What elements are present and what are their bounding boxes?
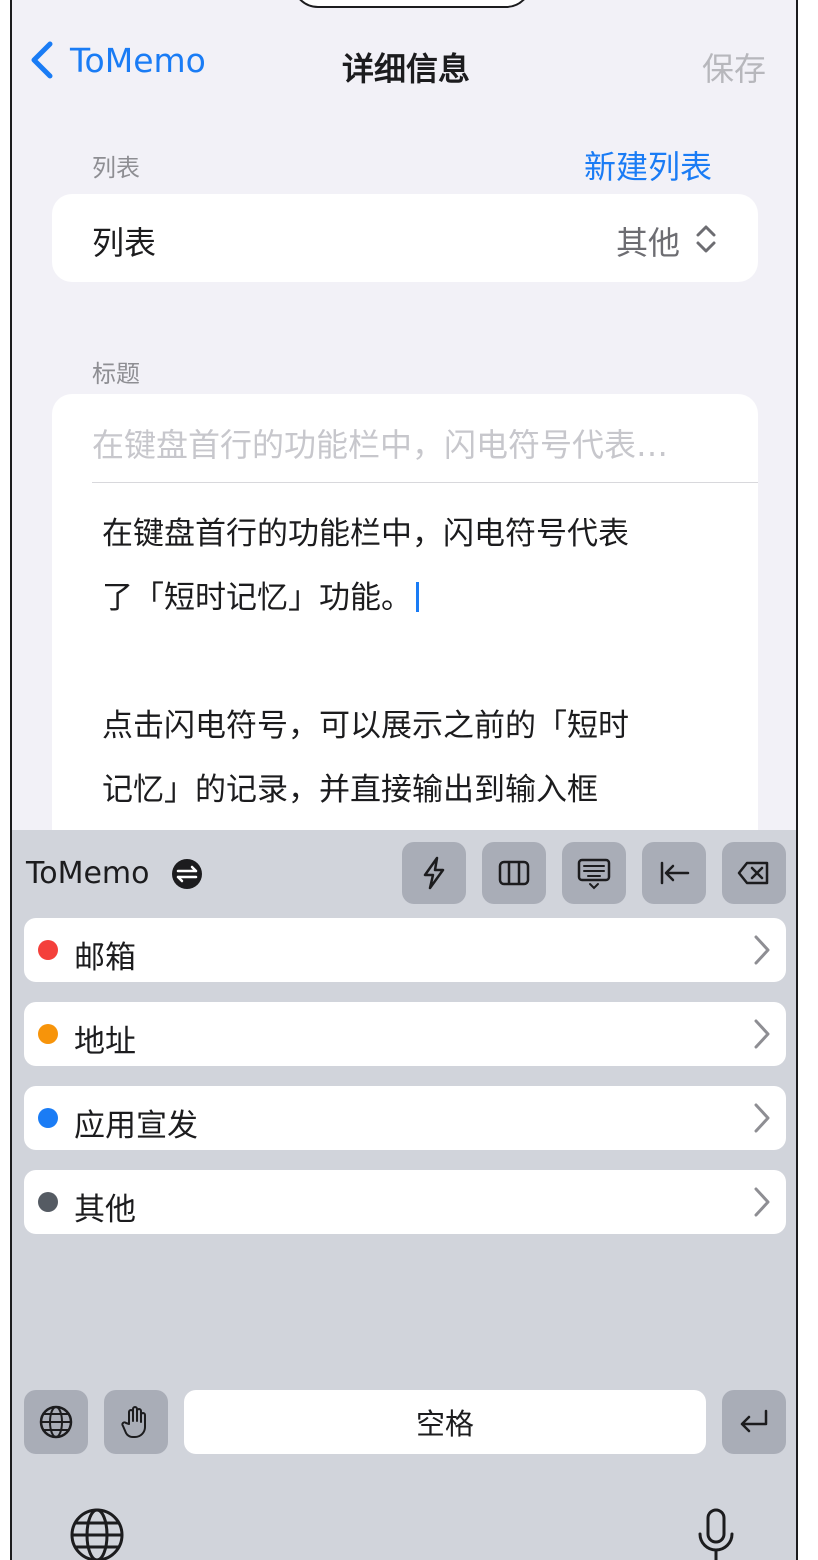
content-line: 点击闪电符号，可以展示之前的「短时 xyxy=(102,708,629,744)
device-notch xyxy=(292,0,532,8)
keyboard-brand: ToMemo xyxy=(26,856,204,891)
microphone-icon[interactable] xyxy=(696,1506,736,1560)
tomemo-keyboard: ToMemo 邮箱 地址 应用宣发 其他 空格 xyxy=(12,830,796,1560)
list-item-other[interactable]: 其他 xyxy=(24,1170,786,1234)
chevron-right-icon xyxy=(754,1103,770,1133)
text-cursor xyxy=(416,582,419,612)
chevron-right-icon xyxy=(754,1187,770,1217)
list-item-label: 地址 xyxy=(74,1024,136,1060)
list-item-email[interactable]: 邮箱 xyxy=(24,918,786,982)
content-line: 在键盘首行的功能栏中，闪电符号代表 xyxy=(102,516,629,552)
title-input[interactable]: 在键盘首行的功能栏中，闪电符号代表… xyxy=(92,420,668,466)
list-row-label: 列表 xyxy=(92,224,157,262)
title-section-header: 标题 xyxy=(92,360,140,388)
return-key[interactable] xyxy=(722,1390,786,1454)
phone-screen: ToMemo 详细信息 保存 列表 新建列表 列表 其他 标题 在键盘首行的功能… xyxy=(10,0,798,1560)
new-list-button[interactable]: 新建列表 xyxy=(584,142,712,188)
keyboard-brand-label: ToMemo xyxy=(26,856,150,891)
globe-icon[interactable] xyxy=(68,1506,126,1560)
content-line-with-cursor: 了「短时记忆」功能。 xyxy=(102,566,722,630)
dismiss-keyboard-button[interactable] xyxy=(562,842,626,904)
list-item-label: 应用宣发 xyxy=(74,1108,198,1144)
title-card: 在键盘首行的功能栏中，闪电符号代表… 在键盘首行的功能栏中，闪电符号代表 了「短… xyxy=(52,394,758,854)
page-title: 详细信息 xyxy=(341,50,470,88)
list-item-app-promo[interactable]: 应用宣发 xyxy=(24,1086,786,1150)
list-row-value: 其他 xyxy=(615,224,680,262)
content-line: 记忆」的记录，并直接输出到输入框 xyxy=(102,772,598,808)
globe-icon xyxy=(39,1405,73,1439)
color-dot xyxy=(38,1108,58,1128)
chevron-up-down-icon xyxy=(696,225,716,253)
return-icon xyxy=(740,1409,768,1433)
list-item-label: 其他 xyxy=(74,1192,136,1228)
drag-mode-button[interactable] xyxy=(104,1390,168,1454)
color-dot xyxy=(38,1024,58,1044)
keyboard-dismiss-icon xyxy=(577,858,611,890)
color-dot xyxy=(38,1192,58,1212)
chevron-right-icon xyxy=(754,935,770,965)
list-picker-row[interactable]: 列表 其他 xyxy=(52,194,758,282)
content-text-area[interactable]: 在键盘首行的功能栏中，闪电符号代表 了「短时记忆」功能。 点击闪电符号，可以展示… xyxy=(102,502,722,822)
sync-globe-icon[interactable] xyxy=(170,857,204,891)
switch-keyboard-button[interactable] xyxy=(24,1390,88,1454)
content-line: 了「短时记忆」功能。 xyxy=(102,580,412,616)
save-button[interactable]: 保存 xyxy=(702,44,766,90)
move-left-icon xyxy=(660,861,690,885)
list-item-label: 邮箱 xyxy=(74,940,136,976)
hand-icon xyxy=(121,1406,146,1439)
delete-icon xyxy=(737,861,769,885)
divider xyxy=(92,482,758,483)
lightning-icon xyxy=(423,856,445,890)
short-memory-button[interactable] xyxy=(402,842,466,904)
color-dot xyxy=(38,940,58,960)
list-section-header: 列表 xyxy=(92,154,140,182)
columns-button[interactable] xyxy=(482,842,546,904)
move-to-start-button[interactable] xyxy=(642,842,706,904)
list-item-address[interactable]: 地址 xyxy=(24,1002,786,1066)
navigation-bar: ToMemo 详细信息 保存 xyxy=(12,30,796,100)
delete-button[interactable] xyxy=(722,842,786,904)
chevron-right-icon xyxy=(754,1019,770,1049)
columns-icon xyxy=(498,860,530,886)
space-key[interactable]: 空格 xyxy=(184,1390,706,1454)
